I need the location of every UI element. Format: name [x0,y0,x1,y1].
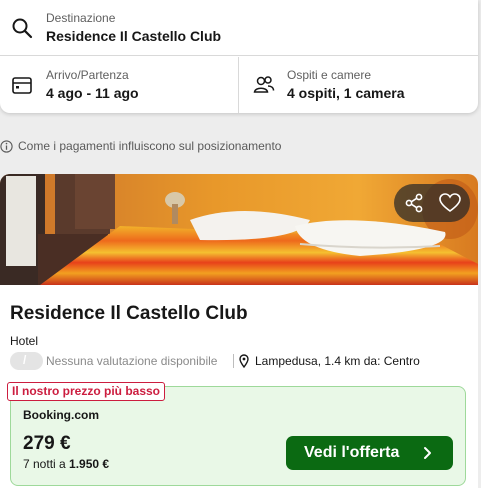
destination-field[interactable]: Destinazione Residence Il Castello Club [0,0,478,56]
dates-label: Arrivo/Partenza [46,68,129,82]
meta-divider [233,354,234,368]
destination-value: Residence Il Castello Club [46,28,222,44]
hotel-type: Hotel [10,334,39,348]
guests-field[interactable]: Ospiti e camere 4 ospiti, 1 camera [239,57,478,113]
calendar-icon [12,77,32,94]
payments-info-link[interactable]: Come i pagamenti influiscono sul posizio… [0,138,281,154]
favorite-heart-icon[interactable] [439,193,461,213]
destination-label: Destinazione [46,11,116,25]
view-offer-button[interactable]: Vedi l'offerta [286,436,453,470]
chevron-right-icon [424,447,431,459]
nights-total: 1.950 € [69,457,110,471]
lowest-price-badge: Il nostro prezzo più basso [7,382,166,401]
guests-label: Ospiti e camere [287,68,372,82]
view-offer-label: Vedi l'offerta [304,444,400,461]
payments-info-text: Come i pagamenti influiscono sul posizio… [18,139,282,153]
info-icon [0,139,13,153]
dates-field[interactable]: Arrivo/Partenza 4 ago - 11 ago [0,57,238,113]
hotel-result-card[interactable]: Residence Il Castello Club Hotel / Nessu… [0,174,478,488]
search-icon [12,18,33,39]
guests-value: 4 ospiti, 1 camera [287,85,405,101]
rating-badge [10,352,43,370]
hotel-photo[interactable] [0,174,478,285]
rating-badge-value: / [23,353,27,367]
rating-text: Nessuna valutazione disponibile [46,354,218,368]
nights-prefix: 7 notti a [23,457,66,471]
offer-total: 7 notti a 1.950 € [23,457,109,471]
offer-price: 279 € [23,433,71,454]
hotel-name[interactable]: Residence Il Castello Club [10,303,248,325]
location-pin-icon [239,354,249,368]
offer-provider: Booking.com [23,408,100,422]
dates-value: 4 ago - 11 ago [46,85,139,101]
photo-actions [394,184,470,222]
hotel-location[interactable]: Lampedusa, 1.4 km da: Centro [255,354,420,368]
guests-icon [253,76,275,93]
search-form: Destinazione Residence Il Castello Club … [0,0,478,113]
share-icon[interactable] [404,193,424,213]
